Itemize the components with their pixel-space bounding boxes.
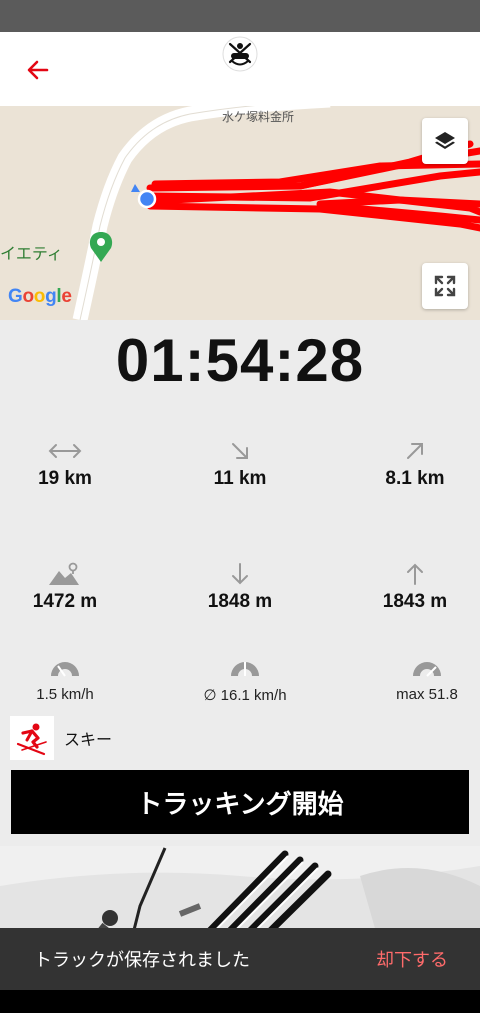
stat-uphill-distance: 8.1 km	[335, 436, 480, 490]
ski-icon	[10, 716, 54, 760]
poi-label: イエティ	[0, 244, 63, 263]
road-label: 水ケ塚料金所	[222, 110, 295, 124]
map-canvas	[72, 106, 480, 320]
start-tracking-button[interactable]: トラッキング開始	[11, 770, 469, 834]
map-fullscreen-button[interactable]	[422, 263, 468, 309]
stat-value: 1472 m	[32, 591, 98, 612]
altitude-icon	[49, 562, 79, 585]
stat-value: 11 km	[213, 468, 267, 489]
google-attribution: Google	[8, 286, 72, 307]
speedometer-icon	[51, 662, 79, 677]
layers-icon	[435, 132, 455, 149]
status-bar	[0, 0, 480, 32]
stat-value: 1843 m	[382, 591, 448, 612]
stat-value: 8.1 km	[385, 468, 445, 489]
max-speed-icon	[413, 662, 441, 677]
uphill-distance-icon	[407, 443, 423, 459]
back-arrow-icon	[27, 60, 49, 80]
skier-logo-icon	[222, 36, 258, 72]
stat-value: ∅ 16.1 km/h	[203, 687, 287, 704]
descent-icon	[232, 563, 248, 585]
navigation-bar	[0, 990, 480, 1013]
stat-value: 1.5 km/h	[36, 686, 94, 703]
app-header	[0, 32, 480, 106]
stat-value: 1848 m	[207, 591, 273, 612]
stat-value: 19 km	[38, 468, 92, 489]
stat-average-speed: ∅ 16.1 km/h	[165, 652, 325, 704]
stat-descent: 1848 m	[160, 559, 320, 613]
elapsed-timer: 01:54:28	[115, 327, 365, 394]
stat-current-speed: 1.5 km/h	[0, 652, 145, 703]
downhill-distance-icon	[232, 443, 248, 459]
ascent-icon	[407, 563, 423, 585]
stat-total-distance: 19 km	[0, 436, 145, 490]
avg-speed-icon	[231, 662, 259, 676]
stat-altitude: 1472 m	[0, 559, 145, 613]
fullscreen-icon	[434, 275, 456, 297]
snackbar-message: トラックが保存されました	[34, 950, 250, 971]
sport-label: スキー	[64, 730, 113, 749]
horizontal-distance-icon	[48, 444, 82, 458]
back-button[interactable]	[20, 52, 56, 88]
snackbar: トラックが保存されました 却下する	[0, 928, 480, 990]
stat-value: max 51.8	[396, 686, 458, 703]
sport-selector[interactable]: スキー	[10, 716, 112, 760]
map-view[interactable]: 水ケ塚料金所 イエティ Google	[0, 106, 480, 320]
stat-downhill-distance: 11 km	[160, 436, 320, 490]
map-layers-button[interactable]	[422, 118, 468, 164]
stat-max-speed: max 51.8	[347, 652, 480, 703]
snackbar-dismiss-button[interactable]: 却下する	[376, 946, 448, 972]
stat-ascent: 1843 m	[335, 559, 480, 613]
